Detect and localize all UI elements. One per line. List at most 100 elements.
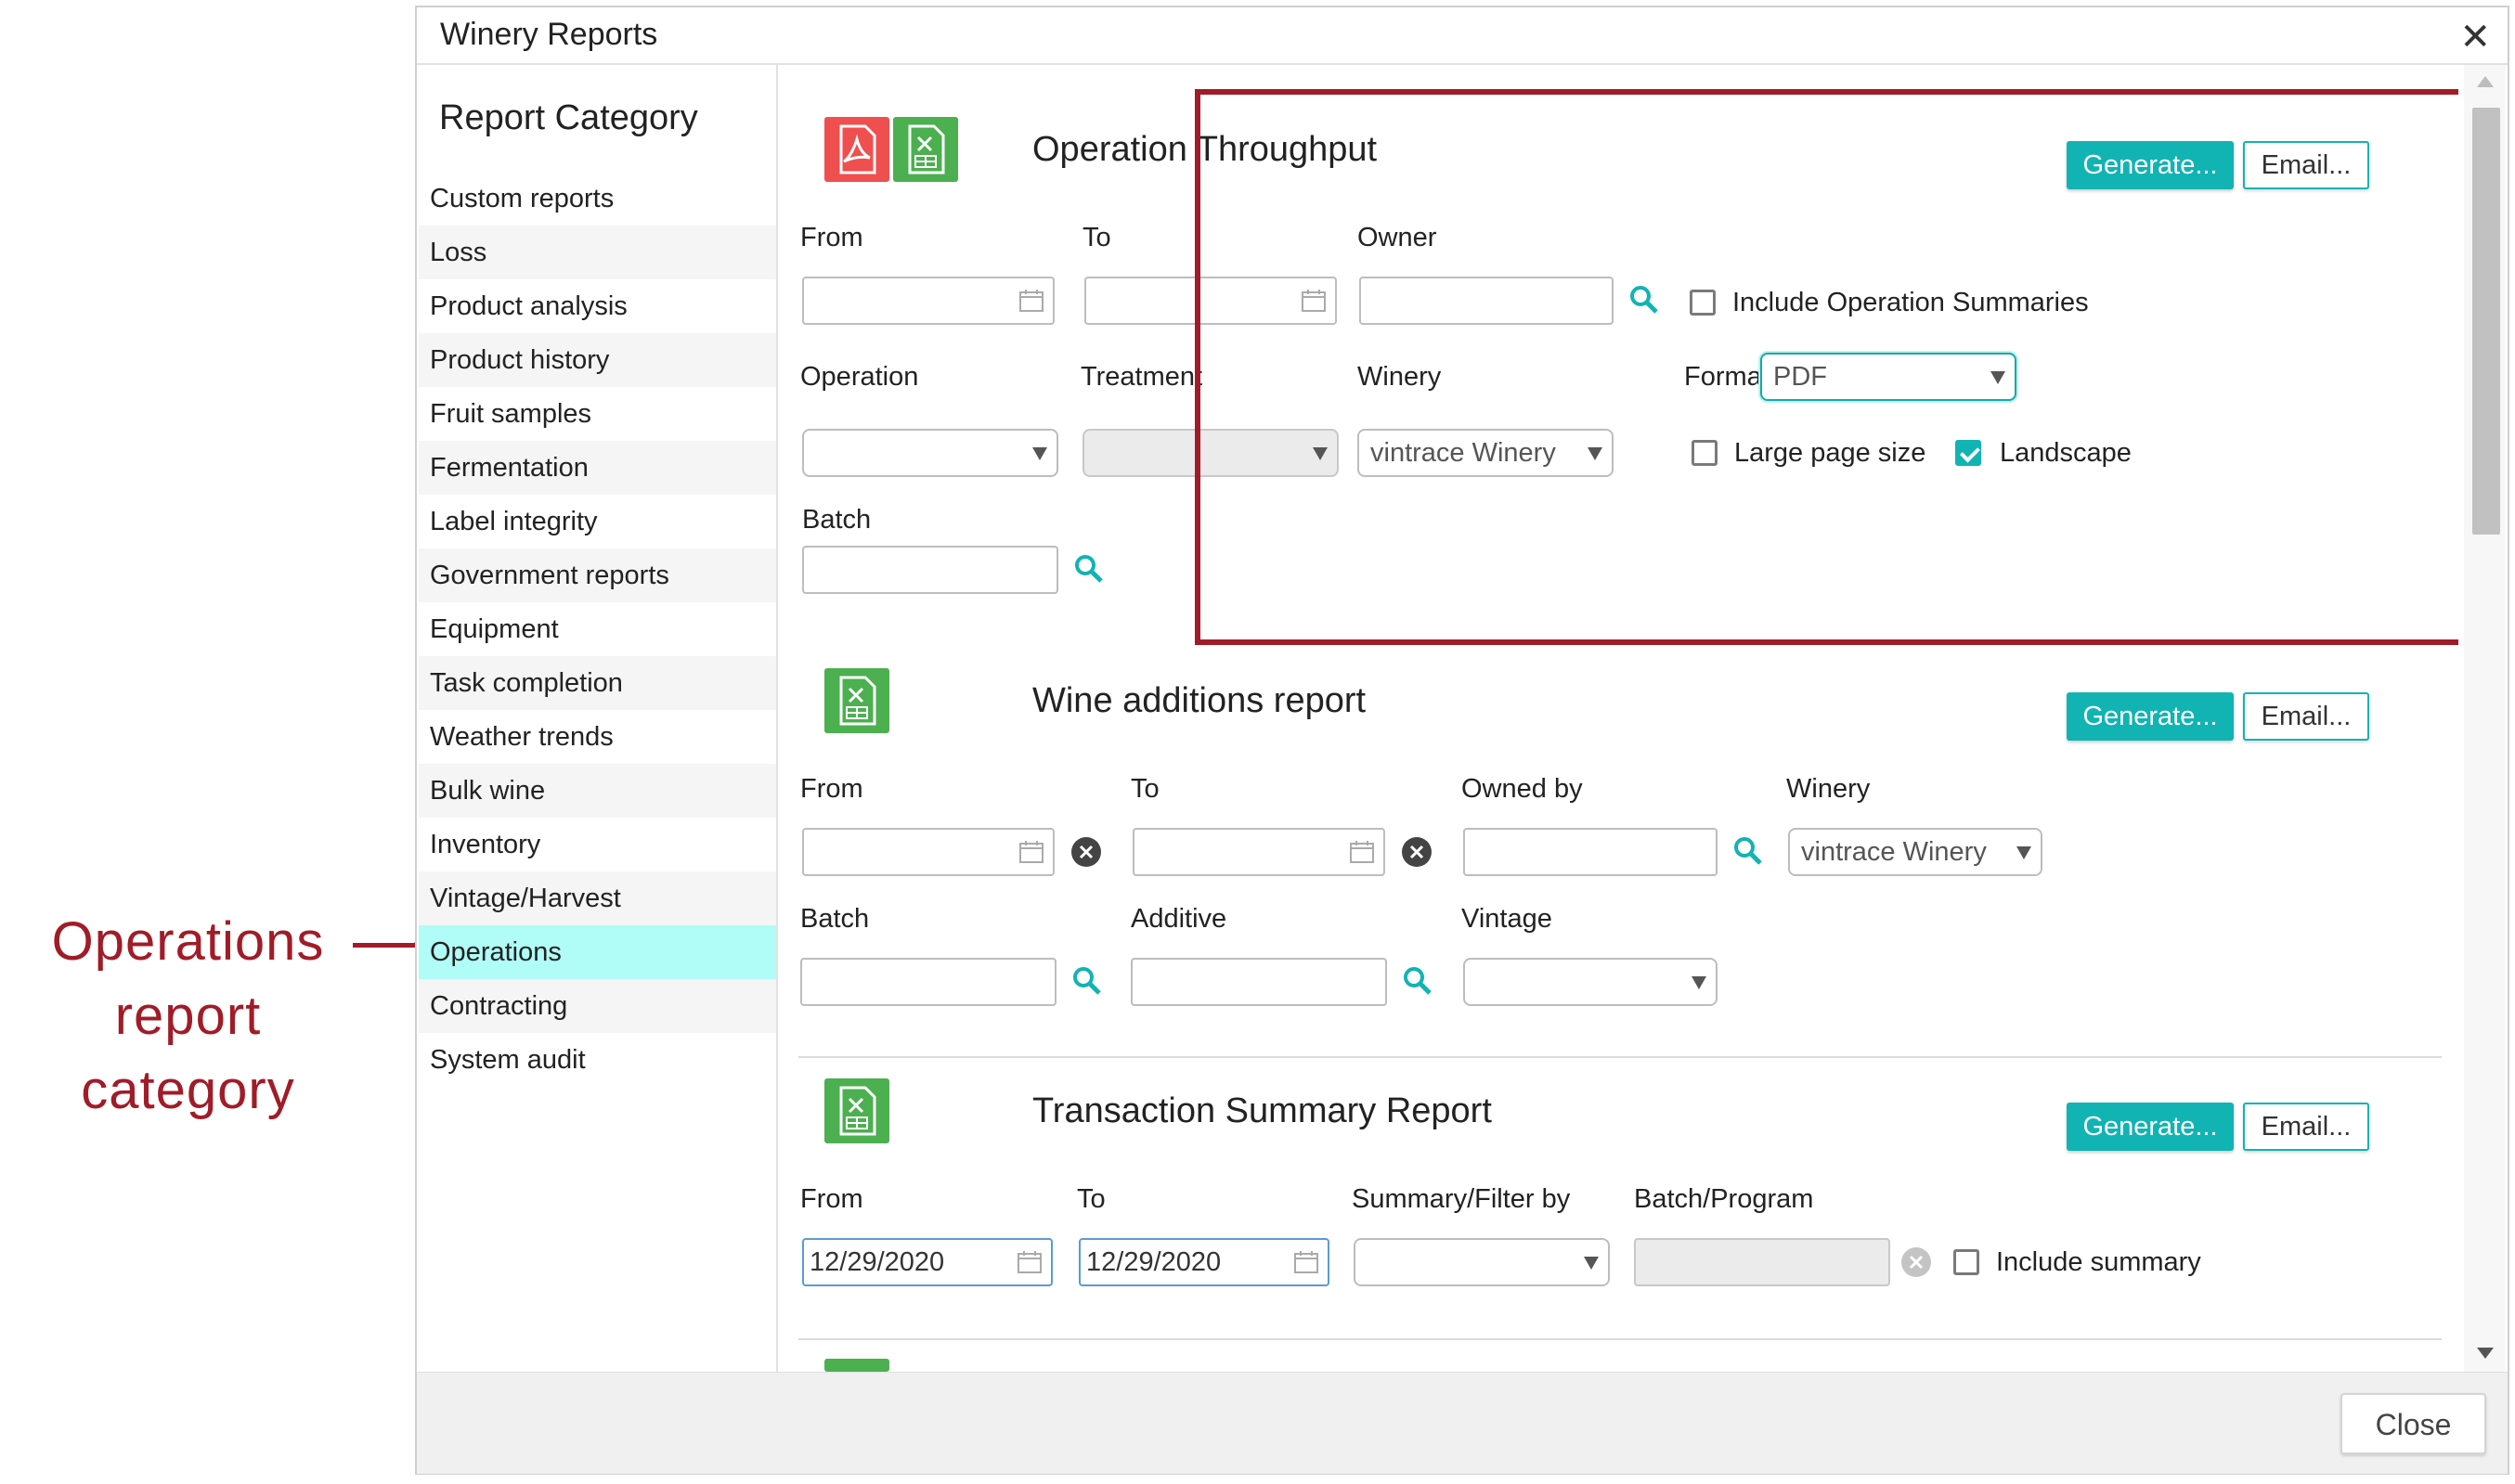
report-title: Transaction Summary Report	[1032, 1091, 1492, 1130]
owned-by-label: Owned by	[1461, 774, 1583, 804]
sidebar-item-contracting[interactable]: Contracting	[419, 979, 776, 1033]
clear-icon[interactable]	[1899, 1245, 1933, 1279]
large-page-checkbox[interactable]	[1692, 440, 1718, 466]
landscape-label: Landscape	[2000, 438, 2132, 468]
calendar-icon[interactable]	[1019, 290, 1044, 312]
scrollbar[interactable]	[2464, 65, 2506, 1372]
from-date-input[interactable]	[802, 277, 1055, 325]
search-icon[interactable]	[1073, 553, 1105, 585]
report-category-sidebar: Report Category Custom reports Loss Produc…	[419, 65, 778, 1372]
vintage-select[interactable]	[1463, 958, 1718, 1006]
sidebar-item-task-completion[interactable]: Task completion	[419, 656, 776, 710]
owned-by-input[interactable]	[1463, 828, 1718, 876]
sidebar-item-fruit-samples[interactable]: Fruit samples	[419, 387, 776, 441]
email-button[interactable]: Email...	[2243, 692, 2369, 741]
winery-select[interactable]: vintrace Winery	[1788, 828, 2042, 876]
sidebar-item-operations[interactable]: Operations	[419, 925, 776, 979]
sidebar-heading: Report Category	[439, 98, 698, 137]
large-page-label: Large page size	[1734, 438, 1926, 468]
calendar-icon[interactable]	[1350, 841, 1374, 863]
additive-input[interactable]	[1131, 958, 1387, 1006]
sidebar-item-product-history[interactable]: Product history	[419, 333, 776, 387]
report-list: Operation Throughput Generate... Email..…	[778, 65, 2458, 1372]
search-icon[interactable]	[1071, 965, 1103, 997]
winery-value: vintrace Winery	[1801, 837, 1987, 867]
summary-filter-label: Summary/Filter by	[1352, 1184, 1571, 1214]
summary-filter-select[interactable]	[1354, 1238, 1610, 1286]
landscape-checkbox[interactable]	[1955, 440, 1981, 466]
annotation-line-3: category	[81, 1060, 295, 1120]
excel-icon[interactable]	[824, 1359, 889, 1372]
to-date-input[interactable]	[1133, 828, 1385, 876]
annotation-line-1: Operations	[51, 911, 325, 972]
email-button[interactable]: Email...	[2243, 141, 2369, 189]
scroll-down-icon[interactable]	[2477, 1348, 2494, 1359]
generate-button[interactable]: Generate...	[2067, 1103, 2234, 1151]
to-date-input[interactable]	[1084, 277, 1337, 325]
report-title: Operation Throughput	[1032, 130, 1378, 169]
search-icon[interactable]	[1402, 965, 1433, 997]
dialog-title: Winery Reports	[440, 17, 658, 52]
format-select[interactable]: PDF	[1760, 353, 2016, 401]
excel-icon[interactable]	[893, 117, 958, 182]
sidebar-item-inventory[interactable]: Inventory	[419, 818, 776, 871]
to-label: To	[1131, 774, 1160, 804]
from-label: From	[800, 223, 863, 252]
sidebar-item-bulk-wine[interactable]: Bulk wine	[419, 764, 776, 818]
generate-button[interactable]: Generate...	[2067, 692, 2234, 741]
format-value: PDF	[1773, 362, 1827, 392]
dialog-titlebar: Winery Reports ✕	[417, 7, 2508, 65]
from-label: From	[800, 774, 863, 804]
batch-input[interactable]	[802, 546, 1058, 594]
from-date-input[interactable]	[802, 828, 1055, 876]
batch-program-input[interactable]	[1634, 1238, 1890, 1286]
sidebar-item-label-integrity[interactable]: Label integrity	[419, 495, 776, 548]
from-date-value: 12/29/2020	[810, 1247, 945, 1277]
chevron-down-icon	[1588, 447, 1602, 460]
excel-icon[interactable]	[824, 1078, 889, 1143]
scroll-up-icon[interactable]	[2477, 76, 2494, 87]
sidebar-item-government-reports[interactable]: Government reports	[419, 548, 776, 602]
winery-select[interactable]: vintrace Winery	[1357, 429, 1614, 477]
to-label: To	[1082, 223, 1111, 252]
operation-select[interactable]	[802, 429, 1058, 477]
search-icon[interactable]	[1628, 284, 1660, 316]
from-date-input[interactable]: 12/29/2020	[802, 1238, 1053, 1286]
annotation-pointer-line	[353, 943, 420, 948]
winery-value: vintrace Winery	[1370, 438, 1556, 468]
calendar-icon[interactable]	[1019, 841, 1044, 863]
calendar-icon[interactable]	[1294, 1251, 1318, 1273]
sidebar-item-fermentation[interactable]: Fermentation	[419, 441, 776, 495]
to-date-input[interactable]: 12/29/2020	[1079, 1238, 1329, 1286]
calendar-icon[interactable]	[1302, 290, 1326, 312]
treatment-select[interactable]	[1082, 429, 1339, 477]
chevron-down-icon	[2016, 846, 2031, 859]
include-summaries-checkbox[interactable]	[1690, 290, 1716, 316]
clear-icon[interactable]	[1070, 835, 1103, 869]
clear-icon[interactable]	[1400, 835, 1433, 869]
close-icon[interactable]: ✕	[2459, 17, 2491, 58]
sidebar-item-system-audit[interactable]: System audit	[419, 1033, 776, 1087]
close-button[interactable]: Close	[2340, 1393, 2486, 1454]
sidebar-item-custom-reports[interactable]: Custom reports	[419, 172, 776, 226]
include-summary-checkbox[interactable]	[1953, 1249, 1979, 1275]
sidebar-item-equipment[interactable]: Equipment	[419, 602, 776, 656]
to-label: To	[1077, 1184, 1106, 1214]
batch-program-label: Batch/Program	[1634, 1184, 1814, 1214]
pdf-icon[interactable]	[824, 117, 889, 182]
excel-icon[interactable]	[824, 668, 889, 733]
scrollbar-thumb[interactable]	[2472, 108, 2500, 535]
generate-button[interactable]: Generate...	[2067, 141, 2234, 189]
calendar-icon[interactable]	[1018, 1251, 1042, 1273]
search-icon[interactable]	[1732, 835, 1764, 867]
sidebar-item-weather-trends[interactable]: Weather trends	[419, 710, 776, 764]
owner-input[interactable]	[1359, 277, 1614, 325]
email-button[interactable]: Email...	[2243, 1103, 2369, 1151]
sidebar-item-vintage-harvest[interactable]: Vintage/Harvest	[419, 871, 776, 925]
batch-input[interactable]	[800, 958, 1057, 1006]
vintage-label: Vintage	[1461, 904, 1552, 934]
dialog-footer: Close	[417, 1372, 2508, 1474]
winery-label: Winery	[1357, 362, 1442, 392]
sidebar-item-product-analysis[interactable]: Product analysis	[419, 279, 776, 333]
sidebar-item-loss[interactable]: Loss	[419, 226, 776, 279]
